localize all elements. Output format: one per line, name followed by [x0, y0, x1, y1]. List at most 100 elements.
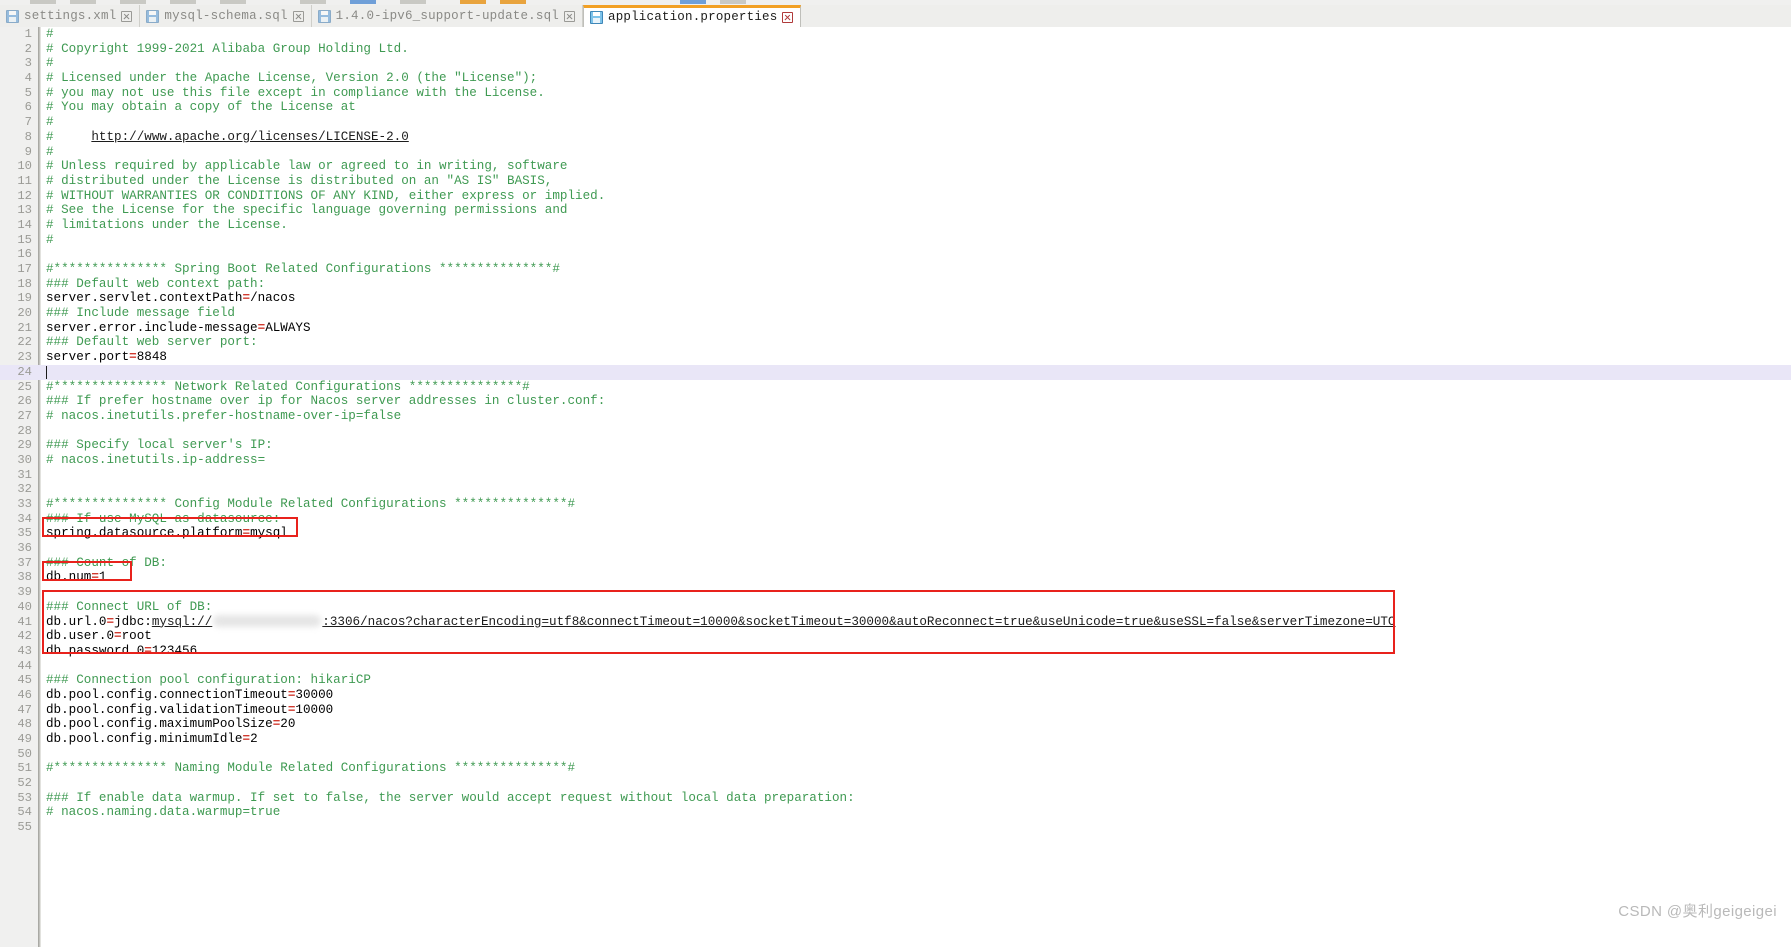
code-line-18[interactable]: 18 ### Default web context path:: [0, 277, 1791, 292]
code-line-48[interactable]: 48 db.pool.config.maximumPoolSize=20: [0, 717, 1791, 732]
toolbar-chip-2[interactable]: [70, 0, 96, 4]
code-line-45[interactable]: 45 ### Connection pool configuration: hik…: [0, 673, 1791, 688]
code-line-42[interactable]: 42 db.user.0=root: [0, 629, 1791, 644]
toolbar-chip-6[interactable]: [300, 0, 326, 4]
code-line-23[interactable]: 23 server.port=8848: [0, 350, 1791, 365]
code-line-33[interactable]: 33 #*************** Config Module Related…: [0, 497, 1791, 512]
code-line-46[interactable]: 46 db.pool.config.connectionTimeout=30000: [0, 688, 1791, 703]
code-line-55[interactable]: 55: [0, 820, 1791, 835]
line-text: #: [46, 115, 54, 130]
editor-tab-label: mysql-schema.sql: [164, 8, 288, 23]
code-line-49[interactable]: 49 db.pool.config.minimumIdle=2: [0, 732, 1791, 747]
code-token: ALWAYS: [265, 320, 311, 335]
code-line-27[interactable]: 27 # nacos.inetutils.prefer-hostname-over…: [0, 409, 1791, 424]
code-line-51[interactable]: 51 #*************** Naming Module Related…: [0, 761, 1791, 776]
line-number: 17: [17, 262, 32, 276]
code-line-21[interactable]: 21 server.error.include-message=ALWAYS: [0, 321, 1791, 336]
code-line-39[interactable]: 39: [0, 585, 1791, 600]
code-line-40[interactable]: 40 ### Connect URL of DB:: [0, 600, 1791, 615]
code-line-19[interactable]: 19 server.servlet.contextPath=/nacos: [0, 291, 1791, 306]
code-line-34[interactable]: 34 ### If use MySQL as datasource:: [0, 512, 1791, 527]
toolbar-chip-7[interactable]: [350, 0, 376, 4]
code-line-25[interactable]: 25 #*************** Network Related Confi…: [0, 380, 1791, 395]
code-line-43[interactable]: 43 db.password.0=123456: [0, 644, 1791, 659]
code-line-36[interactable]: 36: [0, 541, 1791, 556]
code-line-53[interactable]: 53 ### If enable data warmup. If set to f…: [0, 791, 1791, 806]
code-line-12[interactable]: 12 # WITHOUT WARRANTIES OR CONDITIONS OF …: [0, 189, 1791, 204]
code-editor[interactable]: 1 #2 # Copyright 1999-2021 Alibaba Group H…: [0, 27, 1791, 947]
line-number: 25: [17, 379, 32, 394]
code-line-28[interactable]: 28: [0, 424, 1791, 439]
code-token: =: [91, 570, 99, 585]
code-line-44[interactable]: 44: [0, 659, 1791, 674]
code-line-1[interactable]: 1 #: [0, 27, 1791, 42]
file-sql-icon: [317, 9, 331, 23]
code-line-31[interactable]: 31: [0, 468, 1791, 483]
code-line-38[interactable]: 38 db.num=1: [0, 570, 1791, 585]
code-line-54[interactable]: 54 # nacos.naming.data.warmup=true: [0, 805, 1791, 820]
editor-tab-1[interactable]: settings.xml: [0, 5, 141, 27]
code-line-47[interactable]: 47 db.pool.config.validationTimeout=10000: [0, 703, 1791, 718]
close-icon[interactable]: [121, 10, 133, 22]
editor-tab-2[interactable]: mysql-schema.sql: [140, 5, 312, 27]
code-line-13[interactable]: 13 # See the License for the specific lan…: [0, 203, 1791, 218]
editor-tab-4[interactable]: application.properties: [583, 5, 802, 27]
code-line-8[interactable]: 8 # http://www.apache.org/licenses/LICENS…: [0, 130, 1791, 145]
code-line-37[interactable]: 37 ### Count of DB:: [0, 556, 1791, 571]
line-number: 16: [17, 247, 32, 262]
close-icon[interactable]: [564, 10, 575, 22]
code-line-17[interactable]: 17 #*************** Spring Boot Related C…: [0, 262, 1791, 277]
code-token: db.pool.config.minimumIdle: [46, 732, 243, 746]
code-token: db.pool.config.maximumPoolSize: [46, 717, 273, 732]
code-line-29[interactable]: 29 ### Specify local server's IP:: [0, 438, 1791, 453]
editor-tab-label: settings.xml: [24, 8, 117, 23]
toolbar-chip-10[interactable]: [500, 0, 526, 4]
close-icon[interactable]: [782, 12, 794, 23]
code-line-14[interactable]: 14 # limitations under the License.: [0, 218, 1791, 233]
code-line-15[interactable]: 15 #: [0, 233, 1791, 248]
code-line-3[interactable]: 3 #: [0, 56, 1791, 71]
code-line-26[interactable]: 26 ### If prefer hostname over ip for Nac…: [0, 394, 1791, 409]
code-line-50[interactable]: 50: [0, 747, 1791, 762]
toolbar-chip-1[interactable]: [30, 0, 56, 4]
toolbar-chip-5[interactable]: [220, 0, 246, 4]
line-number: 15: [17, 232, 32, 247]
code-line-35[interactable]: 35 spring.datasource.platform=mysql: [0, 526, 1791, 541]
toolbar-chip-12[interactable]: [720, 0, 746, 4]
editor-tab-bar[interactable]: settings.xml mysql-schema.sql 1.4.0-ipv6_s…: [0, 5, 1791, 28]
code-line-32[interactable]: 32: [0, 482, 1791, 497]
code-line-10[interactable]: 10 # Unless required by applicable law or…: [0, 159, 1791, 174]
code-token: =: [242, 732, 251, 746]
toolbar-chip-8[interactable]: [400, 0, 426, 4]
code-line-7[interactable]: 7 #: [0, 115, 1791, 130]
line-text: server.port=8848: [46, 350, 167, 365]
toolbar-chip-9[interactable]: [460, 0, 486, 4]
line-text: ### Default web server port:: [46, 335, 258, 350]
code-line-4[interactable]: 4 # Licensed under the Apache License, Ve…: [0, 71, 1791, 86]
code-line-52[interactable]: 52: [0, 776, 1791, 791]
code-line-5[interactable]: 5 # you may not use this file except in c…: [0, 86, 1791, 101]
code-token: db.num: [46, 570, 92, 585]
watermark: CSDN @奥利geigeigei: [1618, 903, 1777, 920]
code-line-6[interactable]: 6 # You may obtain a copy of the License …: [0, 100, 1791, 115]
code-line-11[interactable]: 11 # distributed under the License is dis…: [0, 174, 1791, 189]
toolbar-chip-11[interactable]: [680, 0, 706, 4]
code-line-16[interactable]: 16: [0, 247, 1791, 262]
toolbar-chip-4[interactable]: [170, 0, 196, 4]
code-line-30[interactable]: 30 # nacos.inetutils.ip-address=: [0, 453, 1791, 468]
editor-tab-3[interactable]: 1.4.0-ipv6_support-update.sql: [311, 5, 583, 27]
toolbar-chip-3[interactable]: [120, 0, 146, 4]
code-line-24[interactable]: 24: [0, 364, 1791, 380]
line-number: 41: [17, 614, 32, 629]
code-line-22[interactable]: 22 ### Default web server port:: [0, 335, 1791, 350]
code-line-20[interactable]: 20 ### Include message field: [0, 306, 1791, 321]
code-token: server.port: [46, 350, 130, 365]
code-line-41[interactable]: 41 db.url.0=jdbc:mysql://:3306/nacos?char…: [0, 614, 1791, 630]
code-content[interactable]: 1 #2 # Copyright 1999-2021 Alibaba Group H…: [0, 27, 1791, 835]
code-token: /nacos: [250, 291, 296, 306]
code-line-2[interactable]: 2 # Copyright 1999-2021 Alibaba Group Hol…: [0, 42, 1791, 57]
code-line-9[interactable]: 9 #: [0, 145, 1791, 160]
redacted-host: [213, 614, 322, 627]
code-token: 1: [98, 570, 107, 585]
close-icon[interactable]: [292, 10, 304, 22]
